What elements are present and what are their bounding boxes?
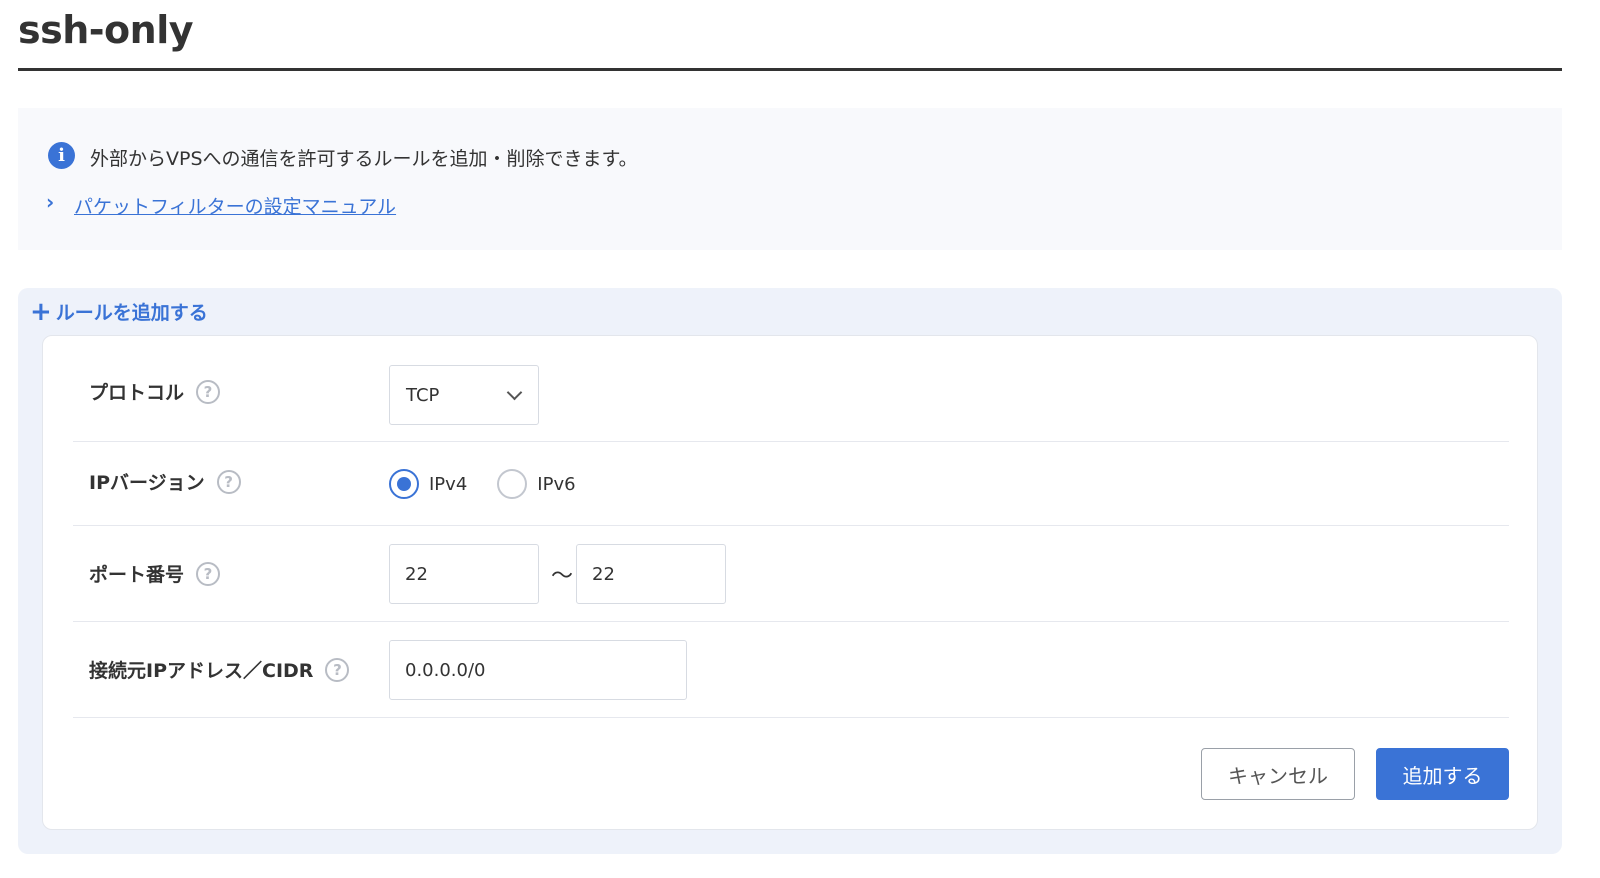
radio-ipv4[interactable]: IPv4 xyxy=(389,469,467,499)
help-icon[interactable]: ? xyxy=(325,657,350,682)
chevron-down-icon xyxy=(506,384,523,401)
radio-ipv6-circle[interactable] xyxy=(497,469,528,499)
info-icon: i xyxy=(48,142,75,169)
port-label-text: ポート番号 xyxy=(89,564,185,586)
help-icon[interactable]: ? xyxy=(196,379,221,404)
protocol-selected-value: TCP xyxy=(406,384,440,406)
source-cidr-input[interactable] xyxy=(389,640,687,700)
radio-ipv4-circle[interactable] xyxy=(389,469,419,499)
help-icon[interactable]: ? xyxy=(216,469,241,494)
form-row-protocol: プロトコル ? TCP xyxy=(73,336,1509,442)
form-row-port: ポート番号 ? 〜 xyxy=(73,526,1509,622)
port-to-input[interactable] xyxy=(576,544,726,604)
port-from-input[interactable] xyxy=(389,544,539,604)
add-rule-toggle[interactable]: + ルールを追加する xyxy=(30,298,208,325)
source-label: 接続元IPアドレス／CIDR ? xyxy=(89,656,350,683)
manual-link[interactable]: パケットフィルターの設定マニュアル xyxy=(74,192,396,219)
radio-ipv6[interactable]: IPv6 xyxy=(497,469,576,499)
help-icon[interactable]: ? xyxy=(196,561,221,586)
plus-icon: + xyxy=(30,296,52,327)
source-label-text: 接続元IPアドレス／CIDR xyxy=(89,660,314,682)
radio-ipv4-label: IPv4 xyxy=(429,473,468,495)
protocol-label-text: プロトコル xyxy=(89,382,185,404)
port-range-separator: 〜 xyxy=(551,564,574,589)
chevron-right-icon: › xyxy=(46,190,55,214)
ip-version-radio-group: IPv4 IPv6 xyxy=(389,469,606,499)
rule-form: プロトコル ? TCP IPバージョン ? IPv4 IPv6 ポート番号 ? … xyxy=(42,335,1538,830)
ip-version-label: IPバージョン ? xyxy=(89,468,241,495)
port-label: ポート番号 ? xyxy=(89,560,221,587)
radio-ipv6-label: IPv6 xyxy=(537,473,576,495)
add-rule-label: ルールを追加する xyxy=(55,302,208,324)
protocol-label: プロトコル ? xyxy=(89,378,221,405)
protocol-select[interactable]: TCP xyxy=(389,365,539,425)
form-row-ip-version: IPバージョン ? IPv4 IPv6 xyxy=(73,442,1509,526)
info-panel: i 外部からVPSへの通信を許可するルールを追加・削除できます。 › パケットフ… xyxy=(18,108,1562,250)
add-rule-section: + ルールを追加する プロトコル ? TCP IPバージョン ? IPv4 IP… xyxy=(18,288,1562,854)
cancel-button[interactable]: キャンセル xyxy=(1201,748,1355,800)
title-divider xyxy=(18,68,1562,71)
add-button[interactable]: 追加する xyxy=(1376,748,1509,800)
ip-version-label-text: IPバージョン xyxy=(89,472,205,494)
form-row-source: 接続元IPアドレス／CIDR ? xyxy=(73,622,1509,718)
info-message: 外部からVPSへの通信を許可するルールを追加・削除できます。 xyxy=(90,148,638,170)
page-title: ssh-only xyxy=(18,8,194,52)
